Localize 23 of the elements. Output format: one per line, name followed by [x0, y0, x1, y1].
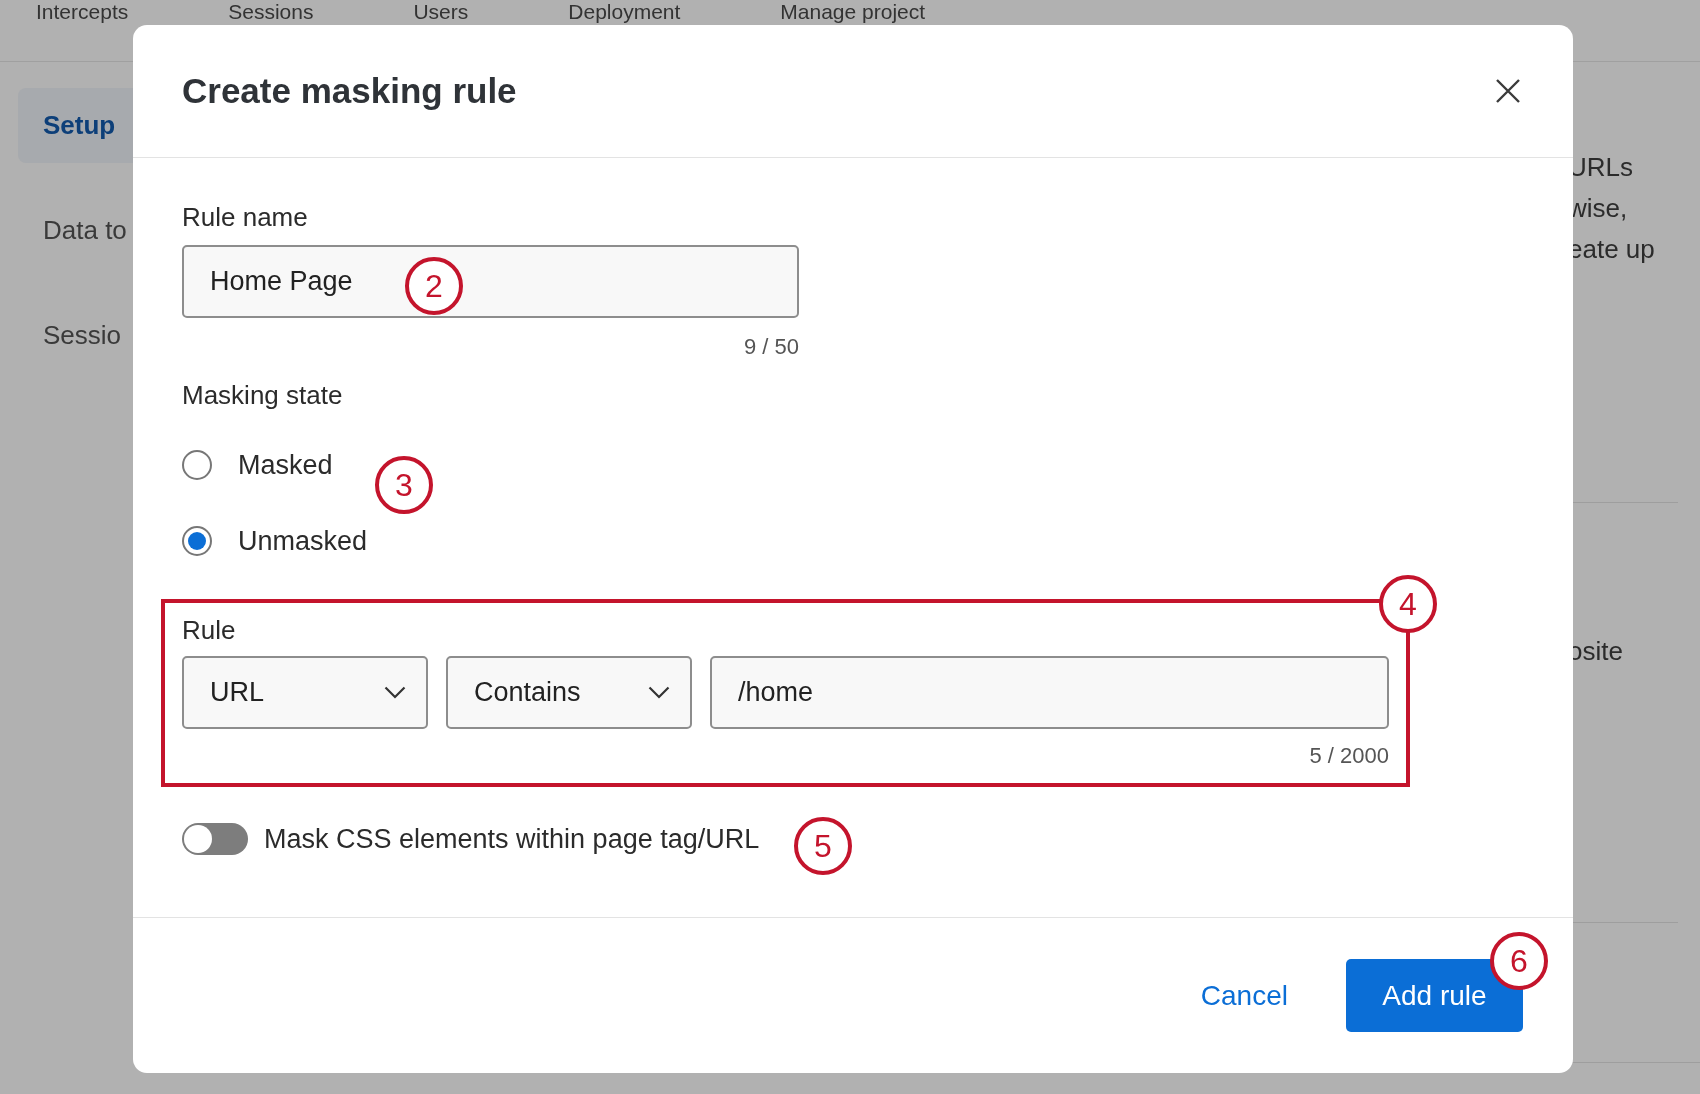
field-dropdown[interactable]: URL	[182, 656, 428, 729]
radio-label: Masked	[238, 449, 333, 481]
chevron-down-icon	[384, 686, 406, 699]
cancel-button[interactable]: Cancel	[1192, 971, 1296, 1020]
nav-tab[interactable]: Manage project	[780, 0, 926, 23]
character-counter: 9 / 50	[743, 334, 799, 360]
toggle-label: Mask CSS elements within page tag/URL	[264, 823, 760, 855]
operator-dropdown[interactable]: Contains	[446, 656, 692, 729]
input-field[interactable]: /home	[710, 656, 1389, 729]
toggle-switch[interactable]	[182, 823, 248, 855]
nav-tab[interactable]: Intercepts	[36, 0, 129, 23]
radio-label: Unmasked	[238, 525, 368, 557]
field-label: Rule name	[182, 202, 308, 233]
nav-tab[interactable]: Sessions	[228, 0, 314, 23]
nav-tab[interactable]: Users	[413, 0, 469, 23]
chevron-down-icon	[648, 686, 670, 699]
field-label: Rule	[182, 615, 236, 646]
field-label: Masking state	[182, 380, 343, 411]
radio-button[interactable]	[182, 450, 212, 480]
character-counter: 5 / 2000	[1309, 743, 1389, 769]
close-icon[interactable]	[1495, 78, 1521, 104]
radio-button[interactable]	[182, 526, 212, 556]
nav-tab[interactable]: Deployment	[568, 0, 681, 23]
